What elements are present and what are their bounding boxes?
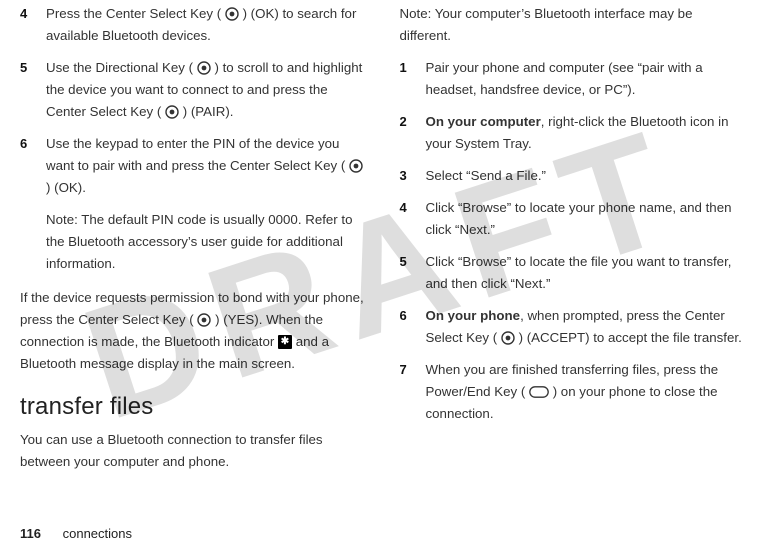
- text: ) (: [215, 312, 228, 327]
- note-text: The default PIN code is usually 0000. Re…: [46, 212, 353, 271]
- text: Use the keypad to enter the PIN of the d…: [46, 136, 345, 173]
- key-label: OK: [59, 180, 78, 195]
- note-label: Note:: [46, 212, 78, 227]
- key-label: PAIR: [195, 104, 225, 119]
- text: ) to accept the file transfer.: [585, 330, 742, 345]
- step-number: 1: [400, 57, 426, 101]
- step-text: Press the Center Select Key ( ) (OK) to …: [46, 3, 366, 47]
- step-text: Click “Browse” to locate the file you wa…: [426, 251, 746, 295]
- step-number: 3: [400, 165, 426, 187]
- text: ).: [225, 104, 233, 119]
- step-5-right: 5 Click “Browse” to locate the file you …: [400, 251, 746, 295]
- bluetooth-word: Bluetooth: [20, 356, 76, 371]
- text: ) (: [519, 330, 532, 345]
- note-pin: Note: The default PIN code is usually 00…: [46, 209, 366, 275]
- emphasis: On your computer: [426, 114, 541, 129]
- step-number: 7: [400, 359, 426, 425]
- text: ).: [78, 180, 86, 195]
- step-number: 6: [400, 305, 426, 349]
- step-5-left: 5 Use the Directional Key ( ) to scroll …: [20, 57, 366, 123]
- step-text: Pair your phone and computer (see “pair …: [426, 57, 746, 101]
- power-end-key-icon: [529, 386, 549, 398]
- center-select-icon: [501, 331, 515, 345]
- key-label: YES: [228, 312, 255, 327]
- step-4-right: 4 Click “Browse” to locate your phone na…: [400, 197, 746, 241]
- text: ) (: [183, 104, 196, 119]
- step-text: On your computer, right-click the Blueto…: [426, 111, 746, 155]
- text: ) (: [46, 180, 59, 195]
- step-number: 6: [20, 133, 46, 199]
- key-label: ACCEPT: [531, 330, 585, 345]
- heading-transfer-files: transfer files: [20, 393, 366, 421]
- step-2-right: 2 On your computer, right-click the Blue…: [400, 111, 746, 155]
- step-7-right: 7 When you are finished transferring fil…: [400, 359, 746, 425]
- bond-paragraph: If the device requests permission to bon…: [20, 287, 366, 375]
- center-select-icon: [165, 105, 179, 119]
- step-number: 2: [400, 111, 426, 155]
- emphasis: On your phone: [426, 308, 521, 323]
- note-text: Your computer’s Bluetooth interface may …: [400, 6, 693, 43]
- note-bt-interface: Note: Your computer’s Bluetooth interfac…: [400, 3, 746, 47]
- step-text: Select “Send a File.”: [426, 165, 546, 187]
- step-4-left: 4 Press the Center Select Key ( ) (OK) t…: [20, 3, 366, 47]
- step-number: 5: [400, 251, 426, 295]
- step-6-right: 6 On your phone, when prompted, press th…: [400, 305, 746, 349]
- text: ) (: [243, 6, 256, 21]
- page-footer: 116 connections: [20, 526, 132, 541]
- section-name: connections: [63, 526, 132, 541]
- text: Use the Directional Key (: [46, 60, 193, 75]
- text: and a: [296, 334, 329, 349]
- step-3-right: 3 Select “Send a File.”: [400, 165, 746, 187]
- step-text: Click “Browse” to locate your phone name…: [426, 197, 746, 241]
- text: Press the Center Select Key (: [46, 6, 221, 21]
- step-text: When you are finished transferring files…: [426, 359, 746, 425]
- step-number: 4: [400, 197, 426, 241]
- note-label: Note:: [400, 6, 432, 21]
- step-1-right: 1 Pair your phone and computer (see “pai…: [400, 57, 746, 101]
- key-label: OK: [255, 6, 274, 21]
- step-text: On your phone, when prompted, press the …: [426, 305, 746, 349]
- directional-key-icon: [197, 61, 211, 75]
- transfer-intro: You can use a Bluetooth connection to tr…: [20, 429, 366, 473]
- step-number: 4: [20, 3, 46, 47]
- center-select-icon: [197, 313, 211, 327]
- text: message display in the main screen.: [76, 356, 295, 371]
- page-number: 116: [20, 526, 41, 541]
- content-columns: 4 Press the Center Select Key ( ) (OK) t…: [20, 3, 745, 473]
- center-select-icon: [349, 159, 363, 173]
- step-number: 5: [20, 57, 46, 123]
- step-text: Use the Directional Key ( ) to scroll to…: [46, 57, 366, 123]
- bluetooth-indicator-icon: ✱: [278, 335, 292, 349]
- step-6-left: 6 Use the keypad to enter the PIN of the…: [20, 133, 366, 199]
- step-text: Use the keypad to enter the PIN of the d…: [46, 133, 366, 199]
- center-select-icon: [225, 7, 239, 21]
